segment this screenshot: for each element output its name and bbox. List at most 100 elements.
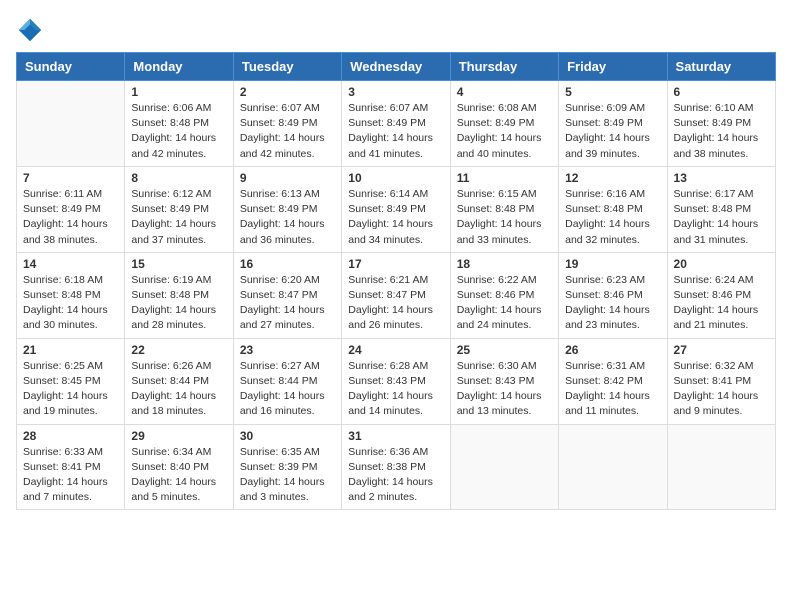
day-number: 24	[348, 343, 443, 357]
logo-icon	[16, 16, 44, 44]
cell-info: Sunrise: 6:19 AM Sunset: 8:48 PM Dayligh…	[131, 273, 226, 334]
weekday-header-friday: Friday	[559, 53, 667, 81]
cell-info: Sunrise: 6:14 AM Sunset: 8:49 PM Dayligh…	[348, 187, 443, 248]
cell-info: Sunrise: 6:09 AM Sunset: 8:49 PM Dayligh…	[565, 101, 660, 162]
cell-info: Sunrise: 6:26 AM Sunset: 8:44 PM Dayligh…	[131, 359, 226, 420]
calendar-cell	[667, 424, 775, 510]
day-number: 15	[131, 257, 226, 271]
calendar-cell: 15 Sunrise: 6:19 AM Sunset: 8:48 PM Dayli…	[125, 252, 233, 338]
day-number: 10	[348, 171, 443, 185]
cell-info: Sunrise: 6:22 AM Sunset: 8:46 PM Dayligh…	[457, 273, 552, 334]
cell-info: Sunrise: 6:07 AM Sunset: 8:49 PM Dayligh…	[240, 101, 335, 162]
day-number: 6	[674, 85, 769, 99]
cell-info: Sunrise: 6:12 AM Sunset: 8:49 PM Dayligh…	[131, 187, 226, 248]
day-number: 11	[457, 171, 552, 185]
calendar-cell: 3Sunrise: 6:07 AM Sunset: 8:49 PM Daylig…	[342, 81, 450, 167]
calendar-cell: 10 Sunrise: 6:14 AM Sunset: 8:49 PM Dayli…	[342, 166, 450, 252]
day-number: 22	[131, 343, 226, 357]
day-number: 25	[457, 343, 552, 357]
calendar-cell: 31 Sunrise: 6:36 AM Sunset: 8:38 PM Dayli…	[342, 424, 450, 510]
calendar-week-0: 1 Sunrise: 6:06 AM Sunset: 8:48 PM Daylig…	[17, 81, 776, 167]
day-number: 8	[131, 171, 226, 185]
calendar-cell: 27Sunrise: 6:32 AM Sunset: 8:41 PM Dayli…	[667, 338, 775, 424]
calendar-cell: 30Sunrise: 6:35 AM Sunset: 8:39 PM Dayli…	[233, 424, 341, 510]
cell-info: Sunrise: 6:31 AM Sunset: 8:42 PM Dayligh…	[565, 359, 660, 420]
day-number: 14	[23, 257, 118, 271]
day-number: 19	[565, 257, 660, 271]
cell-info: Sunrise: 6:08 AM Sunset: 8:49 PM Dayligh…	[457, 101, 552, 162]
cell-info: Sunrise: 6:06 AM Sunset: 8:48 PM Dayligh…	[131, 101, 226, 162]
cell-info: Sunrise: 6:30 AM Sunset: 8:43 PM Dayligh…	[457, 359, 552, 420]
logo	[16, 16, 48, 44]
calendar-cell: 9 Sunrise: 6:13 AM Sunset: 8:49 PM Daylig…	[233, 166, 341, 252]
day-number: 21	[23, 343, 118, 357]
weekday-header-sunday: Sunday	[17, 53, 125, 81]
calendar-cell: 17 Sunrise: 6:21 AM Sunset: 8:47 PM Dayli…	[342, 252, 450, 338]
cell-info: Sunrise: 6:10 AM Sunset: 8:49 PM Dayligh…	[674, 101, 769, 162]
day-number: 18	[457, 257, 552, 271]
day-number: 5	[565, 85, 660, 99]
calendar-week-1: 7 Sunrise: 6:11 AM Sunset: 8:49 PM Daylig…	[17, 166, 776, 252]
cell-info: Sunrise: 6:11 AM Sunset: 8:49 PM Dayligh…	[23, 187, 118, 248]
calendar-cell	[17, 81, 125, 167]
weekday-header-tuesday: Tuesday	[233, 53, 341, 81]
calendar-cell: 23Sunrise: 6:27 AM Sunset: 8:44 PM Dayli…	[233, 338, 341, 424]
calendar-week-3: 21 Sunrise: 6:25 AM Sunset: 8:45 PM Dayli…	[17, 338, 776, 424]
calendar-cell: 2 Sunrise: 6:07 AM Sunset: 8:49 PM Daylig…	[233, 81, 341, 167]
calendar-header-row: SundayMondayTuesdayWednesdayThursdayFrid…	[17, 53, 776, 81]
cell-info: Sunrise: 6:15 AM Sunset: 8:48 PM Dayligh…	[457, 187, 552, 248]
day-number: 12	[565, 171, 660, 185]
calendar-cell: 20 Sunrise: 6:24 AM Sunset: 8:46 PM Dayli…	[667, 252, 775, 338]
calendar-week-4: 28 Sunrise: 6:33 AM Sunset: 8:41 PM Dayli…	[17, 424, 776, 510]
cell-info: Sunrise: 6:21 AM Sunset: 8:47 PM Dayligh…	[348, 273, 443, 334]
cell-info: Sunrise: 6:25 AM Sunset: 8:45 PM Dayligh…	[23, 359, 118, 420]
calendar-cell	[559, 424, 667, 510]
calendar-cell: 5 Sunrise: 6:09 AM Sunset: 8:49 PM Daylig…	[559, 81, 667, 167]
calendar-cell: 4 Sunrise: 6:08 AM Sunset: 8:49 PM Daylig…	[450, 81, 558, 167]
day-number: 30	[240, 429, 335, 443]
day-number: 20	[674, 257, 769, 271]
cell-info: Sunrise: 6:24 AM Sunset: 8:46 PM Dayligh…	[674, 273, 769, 334]
page-header	[16, 16, 776, 44]
day-number: 28	[23, 429, 118, 443]
calendar-cell: 22 Sunrise: 6:26 AM Sunset: 8:44 PM Dayli…	[125, 338, 233, 424]
calendar-cell: 29Sunrise: 6:34 AM Sunset: 8:40 PM Dayli…	[125, 424, 233, 510]
day-number: 16	[240, 257, 335, 271]
day-number: 1	[131, 85, 226, 99]
calendar-cell: 13 Sunrise: 6:17 AM Sunset: 8:48 PM Dayli…	[667, 166, 775, 252]
cell-info: Sunrise: 6:32 AM Sunset: 8:41 PM Dayligh…	[674, 359, 769, 420]
day-number: 17	[348, 257, 443, 271]
cell-info: Sunrise: 6:13 AM Sunset: 8:49 PM Dayligh…	[240, 187, 335, 248]
calendar-cell: 16 Sunrise: 6:20 AM Sunset: 8:47 PM Dayli…	[233, 252, 341, 338]
cell-info: Sunrise: 6:34 AM Sunset: 8:40 PM Dayligh…	[131, 445, 226, 506]
day-number: 9	[240, 171, 335, 185]
cell-info: Sunrise: 6:33 AM Sunset: 8:41 PM Dayligh…	[23, 445, 118, 506]
calendar-cell: 21 Sunrise: 6:25 AM Sunset: 8:45 PM Dayli…	[17, 338, 125, 424]
calendar-cell: 18 Sunrise: 6:22 AM Sunset: 8:46 PM Dayli…	[450, 252, 558, 338]
day-number: 26	[565, 343, 660, 357]
cell-info: Sunrise: 6:23 AM Sunset: 8:46 PM Dayligh…	[565, 273, 660, 334]
day-number: 13	[674, 171, 769, 185]
calendar-cell: 8 Sunrise: 6:12 AM Sunset: 8:49 PM Daylig…	[125, 166, 233, 252]
calendar-cell: 28 Sunrise: 6:33 AM Sunset: 8:41 PM Dayli…	[17, 424, 125, 510]
weekday-header-thursday: Thursday	[450, 53, 558, 81]
day-number: 4	[457, 85, 552, 99]
calendar-cell: 24Sunrise: 6:28 AM Sunset: 8:43 PM Dayli…	[342, 338, 450, 424]
weekday-header-wednesday: Wednesday	[342, 53, 450, 81]
weekday-header-saturday: Saturday	[667, 53, 775, 81]
cell-info: Sunrise: 6:16 AM Sunset: 8:48 PM Dayligh…	[565, 187, 660, 248]
calendar-cell: 26 Sunrise: 6:31 AM Sunset: 8:42 PM Dayli…	[559, 338, 667, 424]
calendar-cell	[450, 424, 558, 510]
cell-info: Sunrise: 6:27 AM Sunset: 8:44 PM Dayligh…	[240, 359, 335, 420]
calendar-cell: 7 Sunrise: 6:11 AM Sunset: 8:49 PM Daylig…	[17, 166, 125, 252]
calendar-cell: 19 Sunrise: 6:23 AM Sunset: 8:46 PM Dayli…	[559, 252, 667, 338]
calendar-week-2: 14Sunrise: 6:18 AM Sunset: 8:48 PM Dayli…	[17, 252, 776, 338]
cell-info: Sunrise: 6:36 AM Sunset: 8:38 PM Dayligh…	[348, 445, 443, 506]
day-number: 2	[240, 85, 335, 99]
cell-info: Sunrise: 6:17 AM Sunset: 8:48 PM Dayligh…	[674, 187, 769, 248]
cell-info: Sunrise: 6:20 AM Sunset: 8:47 PM Dayligh…	[240, 273, 335, 334]
calendar-cell: 14Sunrise: 6:18 AM Sunset: 8:48 PM Dayli…	[17, 252, 125, 338]
day-number: 31	[348, 429, 443, 443]
day-number: 3	[348, 85, 443, 99]
day-number: 7	[23, 171, 118, 185]
